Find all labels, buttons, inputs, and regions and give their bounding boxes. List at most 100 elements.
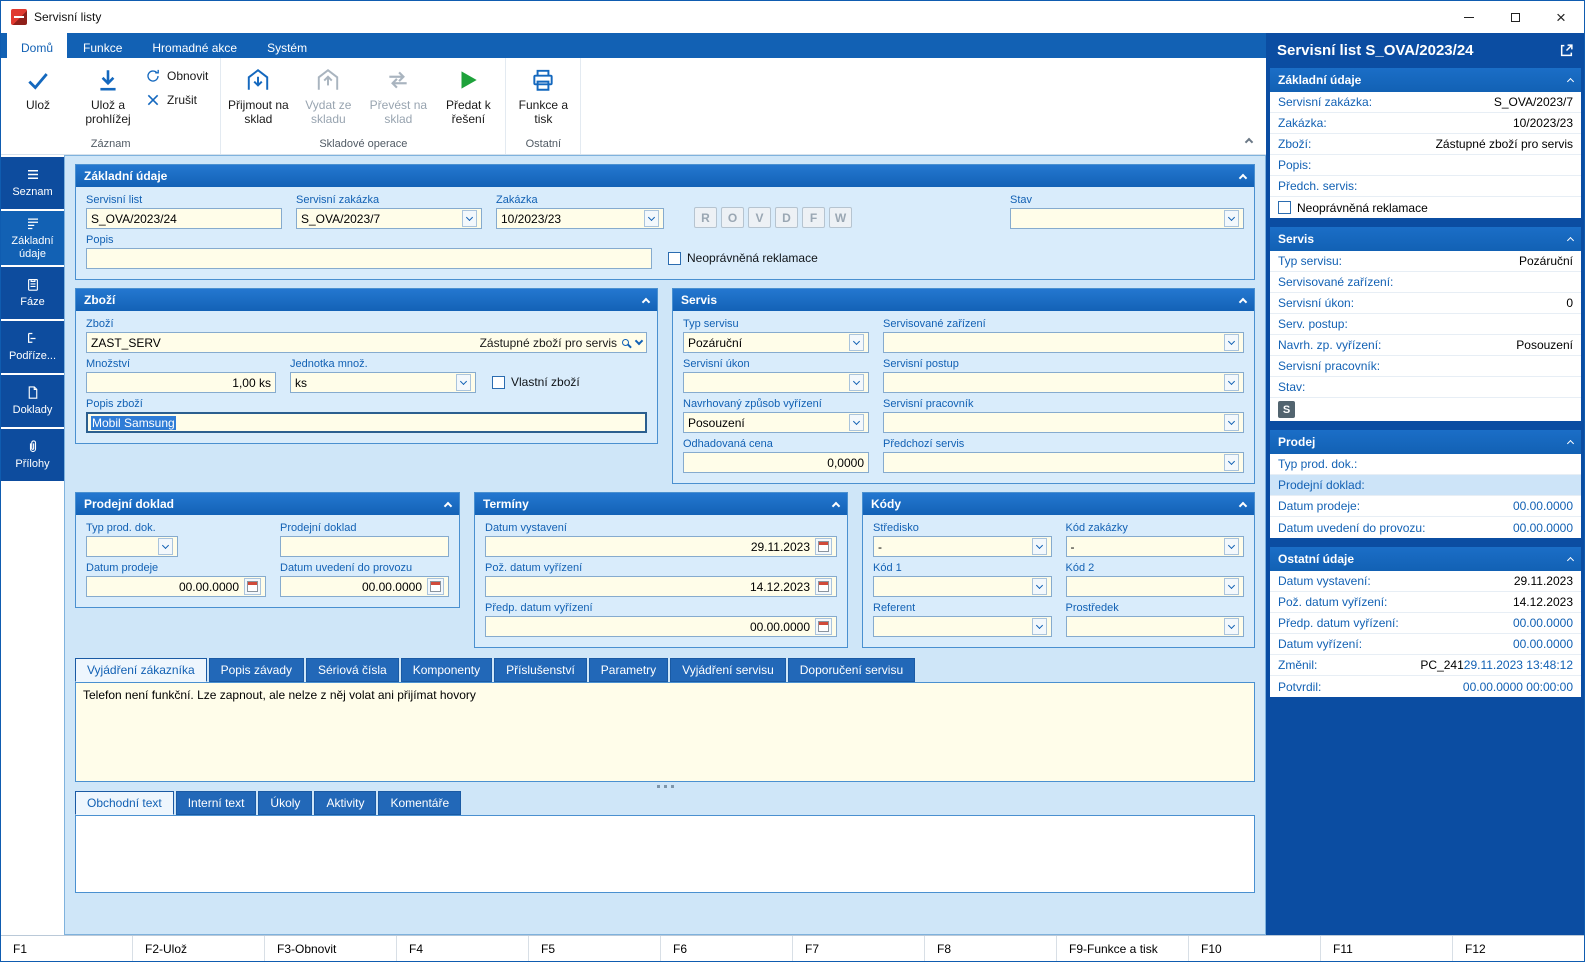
servisni-pracovnik-input[interactable] bbox=[883, 412, 1244, 433]
tab-vyjadreni-servisu[interactable]: Vyjádření servisu bbox=[670, 658, 786, 682]
ribbon-collapse-icon[interactable] bbox=[1246, 134, 1252, 148]
datum-vystaveni-input[interactable]: 29.11.2023 bbox=[485, 536, 837, 557]
mnozstvi-input[interactable]: 1,00 ks bbox=[86, 372, 276, 393]
prijmout-na-sklad-button[interactable]: Přijmout na sklad bbox=[223, 60, 293, 135]
dropdown-button[interactable] bbox=[849, 414, 864, 431]
statusbar-f10[interactable]: F10 bbox=[1189, 936, 1321, 961]
typ-servisu-input[interactable]: Pozáruční bbox=[683, 332, 869, 353]
statusbar-f3[interactable]: F3-Obnovit bbox=[265, 936, 397, 961]
servisni-list-input[interactable]: S_OVA/2023/24 bbox=[86, 208, 282, 229]
calendar-button[interactable] bbox=[815, 538, 832, 555]
maximize-button[interactable] bbox=[1492, 1, 1538, 33]
summary-row-servisovane-zarizeni[interactable]: Servisované zařízení: bbox=[1270, 272, 1581, 293]
panel-header-prodejni-doklad[interactable]: Prodejní doklad bbox=[76, 493, 459, 515]
summary-row-navrh-zp-vyrizeni[interactable]: Navrh. zp. vyřízení:Posouzení bbox=[1270, 335, 1581, 356]
dropdown-button[interactable] bbox=[1224, 374, 1239, 391]
dropdown-button[interactable] bbox=[1032, 578, 1047, 595]
summary-row-predch-servis[interactable]: Předch. servis: bbox=[1270, 176, 1581, 197]
navrhovany-zpusob-input[interactable]: Posouzení bbox=[683, 412, 869, 433]
stredisko-input[interactable]: - bbox=[873, 536, 1052, 557]
tab-komponenty[interactable]: Komponenty bbox=[401, 658, 492, 682]
minimize-button[interactable] bbox=[1446, 1, 1492, 33]
tab-aktivity[interactable]: Aktivity bbox=[314, 791, 376, 815]
flag-w-button[interactable]: W bbox=[829, 207, 852, 228]
referent-input[interactable] bbox=[873, 616, 1052, 637]
neopravnena-reklamace-checkbox[interactable]: Neoprávněná reklamace bbox=[668, 251, 818, 265]
zrusit-button[interactable]: Zrušit bbox=[143, 92, 218, 108]
dropdown-button[interactable] bbox=[1032, 538, 1047, 555]
popis-input[interactable] bbox=[86, 248, 652, 269]
poz-datum-vyrizeni-input[interactable]: 14.12.2023 bbox=[485, 576, 837, 597]
dropdown-button[interactable] bbox=[456, 374, 471, 391]
popis-zbozi-input[interactable]: Mobil Samsung bbox=[86, 412, 647, 433]
summary-row-popis[interactable]: Popis: bbox=[1270, 155, 1581, 176]
kod2-input[interactable] bbox=[1066, 576, 1245, 597]
summary-status-row[interactable]: S bbox=[1270, 398, 1581, 421]
statusbar-f9[interactable]: F9-Funkce a tisk bbox=[1057, 936, 1189, 961]
summary-row-servisni-ukon[interactable]: Servisní úkon:0 bbox=[1270, 293, 1581, 314]
summary-row-prodejni-doklad[interactable]: Prodejní doklad: bbox=[1270, 475, 1581, 496]
statusbar-f11[interactable]: F11 bbox=[1321, 936, 1453, 961]
dropdown-button[interactable] bbox=[1224, 538, 1239, 555]
summary-row-datum-uvedeni-do-provozu[interactable]: Datum uvedení do provozu:00.00.0000 bbox=[1270, 517, 1581, 538]
dropdown-button[interactable] bbox=[462, 210, 477, 227]
stav-input[interactable] bbox=[1010, 208, 1244, 229]
collapse-icon[interactable] bbox=[1567, 237, 1574, 244]
predat-k-reseni-button[interactable]: Předat k řešení bbox=[433, 60, 503, 135]
uloz-button[interactable]: Ulož bbox=[3, 60, 73, 135]
summary-row-typ-servisu[interactable]: Typ servisu:Pozáruční bbox=[1270, 251, 1581, 272]
statusbar-f7[interactable]: F7 bbox=[793, 936, 925, 961]
summary-row-zmenil[interactable]: Změnil:PC_24129.11.2023 13:48:12 bbox=[1270, 655, 1581, 676]
splitter-handle[interactable] bbox=[75, 782, 1255, 791]
summary-row-servisni-zakazka[interactable]: Servisní zakázka:S_OVA/2023/7 bbox=[1270, 92, 1581, 113]
summary-row-zakazka[interactable]: Zakázka:10/2023/23 bbox=[1270, 113, 1581, 134]
summary-section-header[interactable]: Servis bbox=[1270, 227, 1581, 251]
statusbar-f5[interactable]: F5 bbox=[529, 936, 661, 961]
collapse-icon[interactable] bbox=[1567, 557, 1574, 564]
servisni-ukon-input[interactable] bbox=[683, 372, 869, 393]
ribbon-tab-system[interactable]: Systém bbox=[253, 33, 321, 58]
summary-row-typ-prod-dok[interactable]: Typ prod. dok.: bbox=[1270, 454, 1581, 475]
summary-row-servisni-pracovnik[interactable]: Servisní pracovník: bbox=[1270, 356, 1581, 377]
kod1-input[interactable] bbox=[873, 576, 1052, 597]
statusbar-f8[interactable]: F8 bbox=[925, 936, 1057, 961]
statusbar-f4[interactable]: F4 bbox=[397, 936, 529, 961]
summary-row-poz-datum-vyrizeni[interactable]: Pož. datum vyřízení:14.12.2023 bbox=[1270, 592, 1581, 613]
chevron-down-icon[interactable] bbox=[635, 337, 643, 345]
tab-ukoly[interactable]: Úkoly bbox=[258, 791, 312, 815]
summary-row-predp-datum-vyrizeni[interactable]: Předp. datum vyřízení:00.00.0000 bbox=[1270, 613, 1581, 634]
dropdown-button[interactable] bbox=[644, 210, 659, 227]
summary-row-stav[interactable]: Stav: bbox=[1270, 377, 1581, 398]
dropdown-button[interactable] bbox=[849, 374, 864, 391]
collapse-icon[interactable] bbox=[1567, 440, 1574, 447]
summary-section-header[interactable]: Základní údaje bbox=[1270, 68, 1581, 92]
servisni-zakazka-input[interactable]: S_OVA/2023/7 bbox=[296, 208, 482, 229]
statusbar-f2[interactable]: F2-Ulož bbox=[133, 936, 265, 961]
dropdown-button[interactable] bbox=[849, 334, 864, 351]
prostredek-input[interactable] bbox=[1066, 616, 1245, 637]
tab-interni-text[interactable]: Interní text bbox=[176, 791, 257, 815]
dropdown-button[interactable] bbox=[1224, 578, 1239, 595]
uloz-a-prohlizej-button[interactable]: Ulož a prohlížej bbox=[73, 60, 143, 135]
flag-r-button[interactable]: R bbox=[694, 207, 717, 228]
summary-row-datum-vyrizeni[interactable]: Datum vyřízení:00.00.0000 bbox=[1270, 634, 1581, 655]
sidebar-item-doklady[interactable]: Doklady bbox=[1, 375, 64, 427]
servisni-postup-input[interactable] bbox=[883, 372, 1244, 393]
summary-section-header[interactable]: Prodej bbox=[1270, 430, 1581, 454]
obnovit-button[interactable]: Obnovit bbox=[143, 68, 218, 84]
statusbar-f6[interactable]: F6 bbox=[661, 936, 793, 961]
tab-vyjadreni-zakaznika[interactable]: Vyjádření zákazníka bbox=[75, 658, 207, 682]
panel-header-terminy[interactable]: Termíny bbox=[475, 493, 847, 515]
calendar-button[interactable] bbox=[815, 618, 832, 635]
summary-row-potvrdil[interactable]: Potvrdil:00.00.0000 00:00:00 bbox=[1270, 676, 1581, 697]
ribbon-tab-funkce[interactable]: Funkce bbox=[69, 33, 136, 58]
collapse-icon[interactable] bbox=[832, 501, 840, 509]
dropdown-button[interactable] bbox=[1224, 454, 1239, 471]
prodejni-doklad-input[interactable] bbox=[280, 536, 449, 557]
calendar-button[interactable] bbox=[244, 578, 261, 595]
summary-checkbox-neopravnena-reklamace[interactable]: Neoprávněná reklamace bbox=[1270, 197, 1581, 218]
tab-popis-zavady[interactable]: Popis závady bbox=[209, 658, 304, 682]
summary-row-datum-prodeje[interactable]: Datum prodeje:00.00.0000 bbox=[1270, 496, 1581, 517]
dropdown-button[interactable] bbox=[1224, 210, 1239, 227]
ribbon-tab-hromadne-akce[interactable]: Hromadné akce bbox=[138, 33, 251, 58]
